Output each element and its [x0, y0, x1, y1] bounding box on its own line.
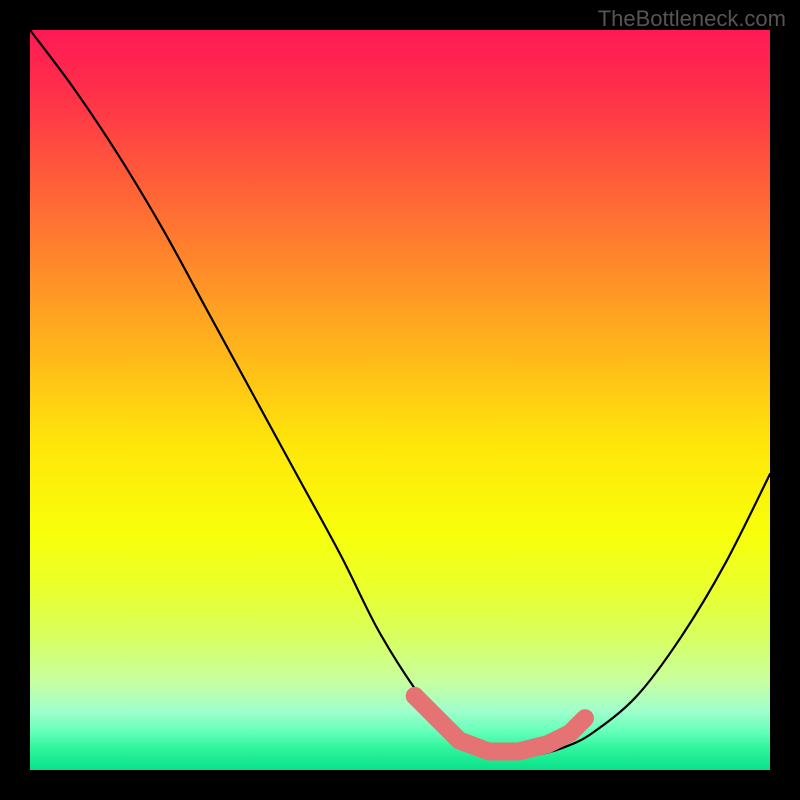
chart-plot-area — [30, 30, 770, 770]
watermark-text: TheBottleneck.com — [598, 6, 786, 32]
chart-svg — [30, 30, 770, 770]
optimal-range-dot — [428, 709, 446, 727]
optimal-range-highlight — [406, 687, 585, 752]
curve-line — [30, 30, 770, 756]
bottleneck-curve — [30, 30, 770, 756]
optimal-range-dot — [406, 687, 424, 705]
